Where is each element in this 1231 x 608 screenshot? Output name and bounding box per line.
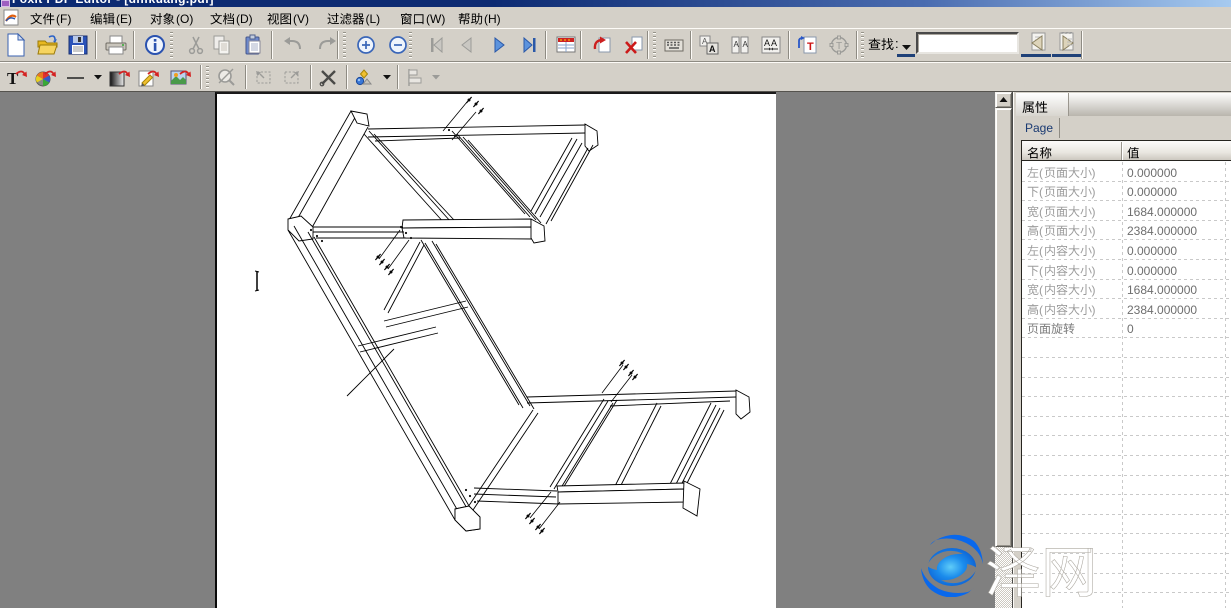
- svg-text:A: A: [771, 38, 777, 48]
- svg-text:A: A: [734, 40, 740, 49]
- svg-text:T: T: [836, 41, 842, 52]
- svg-text:T: T: [807, 41, 814, 53]
- svg-text:A: A: [709, 44, 716, 54]
- svg-text:A: A: [743, 40, 749, 49]
- svg-text:A: A: [764, 38, 770, 48]
- svg-text:T: T: [7, 69, 19, 88]
